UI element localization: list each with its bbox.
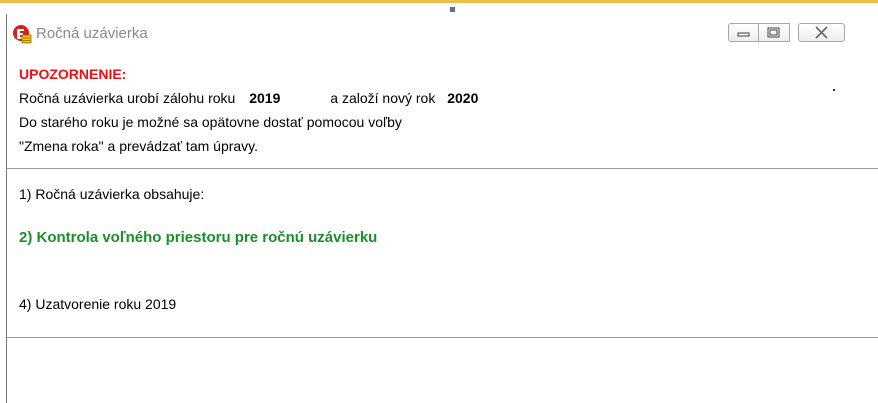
title-bar[interactable]: Ročná uzávierka	[7, 14, 878, 50]
stray-dot	[833, 89, 835, 91]
maximize-button[interactable]	[759, 23, 790, 42]
minimize-icon	[737, 32, 750, 37]
old-year: 2019	[249, 90, 281, 106]
notice-line-1-prefix: Ročná uzávierka urobí zálohu roku	[19, 90, 236, 106]
minimize-button[interactable]	[728, 23, 759, 42]
window-title: Ročná uzávierka	[36, 25, 148, 42]
maximize-icon	[767, 27, 780, 38]
annual-closing-dialog: Ročná uzávierka UPOZORNENIE: Ročná uzávi…	[6, 14, 878, 403]
step-2-active: 2) Kontrola voľného priestoru pre ročnú …	[19, 229, 378, 246]
resize-handle[interactable]	[450, 7, 455, 12]
section-divider	[7, 168, 878, 169]
step-4: 4) Uzatvorenie roku 2019	[19, 296, 177, 312]
close-button[interactable]	[798, 23, 845, 42]
bottom-divider	[7, 337, 878, 338]
app-logo-icon	[13, 25, 32, 44]
screen: Ročná uzávierka UPOZORNENIE: Ročná uzávi…	[0, 0, 878, 403]
notice-line-1: Ročná uzávierka urobí zálohu roku 2019 a…	[19, 90, 478, 106]
close-icon	[815, 26, 828, 39]
notice-line-2: Do starého roku je možné sa opätovne dos…	[19, 114, 402, 130]
notice-line-3: "Zmena roka" a prevádzať tam úpravy.	[19, 138, 259, 154]
new-year: 2020	[447, 90, 479, 106]
window-top-border	[0, 0, 878, 3]
notice-line-1-middle: a založí nový rok	[330, 90, 436, 106]
warning-heading: UPOZORNENIE:	[19, 66, 127, 82]
step-1: 1) Ročná uzávierka obsahuje:	[19, 186, 205, 202]
